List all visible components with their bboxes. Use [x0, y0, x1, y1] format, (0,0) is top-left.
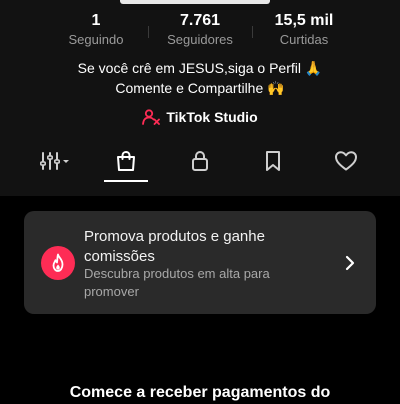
tab-private[interactable] [178, 140, 222, 182]
tiktok-studio-link[interactable]: TikTok Studio [0, 109, 400, 125]
earnings-heading: Comece a receber pagamentos do [69, 384, 331, 401]
stat-likes-label: Curtidas [279, 32, 329, 47]
stat-likes-value: 15,5 mil [274, 12, 334, 29]
stat-following[interactable]: 1 Seguindo [44, 12, 148, 48]
stat-following-label: Seguindo [68, 32, 124, 47]
bookmark-icon [266, 151, 280, 171]
promo-title: Promova produtos e ganhe comissões [84, 228, 265, 265]
bio-line-1: Se você crê em JESUS,siga o Perfil 🙏 [77, 60, 323, 76]
lock-icon [192, 150, 208, 171]
tab-saved[interactable] [251, 140, 295, 182]
flame-icon [52, 253, 64, 272]
stat-followers-label: Seguidores [167, 32, 233, 47]
profile-tabs [0, 140, 400, 182]
username-fragment [120, 0, 270, 4]
promo-icon-badge [41, 246, 75, 280]
stat-likes[interactable]: 15,5 mil Curtidas [252, 12, 356, 48]
filter-bars-icon [40, 152, 69, 170]
tab-liked[interactable] [324, 140, 368, 182]
studio-person-icon [142, 109, 161, 125]
tab-filter[interactable] [34, 140, 78, 182]
tab-shop[interactable] [104, 140, 148, 182]
studio-label: TikTok Studio [166, 109, 258, 125]
promo-subtitle: Descubra produtos em alta para promover [84, 266, 270, 299]
profile-header: 1 Seguindo 7.761 Seguidores 15,5 mil Cur… [0, 0, 400, 196]
profile-stats: 1 Seguindo 7.761 Seguidores 15,5 mil Cur… [0, 12, 400, 48]
shopping-bag-icon [117, 150, 135, 171]
promo-card[interactable]: Promova produtos e ganhe comissões Descu… [24, 211, 376, 314]
stat-followers-value: 7.761 [179, 12, 221, 29]
chevron-right-icon[interactable] [342, 254, 358, 272]
bio-line-2: Comente e Compartilhe 🙌 [115, 80, 285, 96]
heart-icon [335, 151, 357, 171]
active-tab-indicator [104, 180, 148, 182]
stat-following-value: 1 [91, 12, 101, 29]
stat-followers[interactable]: 7.761 Seguidores [148, 12, 252, 48]
profile-bio: Se você crê em JESUS,siga o Perfil 🙏 Com… [0, 58, 400, 98]
